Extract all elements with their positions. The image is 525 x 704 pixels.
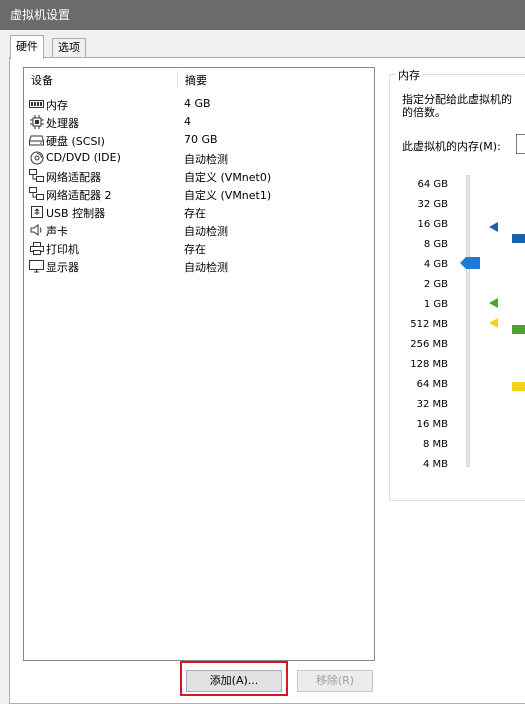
device-name: 处理器 — [46, 117, 79, 130]
device-name: 网络适配器 — [46, 171, 101, 184]
device-name: 声卡 — [46, 225, 68, 238]
memory-label: 此虚拟机的内存(M): — [402, 140, 501, 153]
device-row-memory[interactable]: 内存 4 GB — [24, 95, 374, 113]
scale-tick: 32 GB — [417, 199, 448, 210]
scale-tick: 4 GB — [423, 259, 448, 270]
device-summary: 自定义 (VMnet0) — [184, 171, 272, 184]
scale-tick: 8 MB — [422, 439, 448, 450]
device-summary: 4 — [184, 115, 191, 128]
scale-tick: 128 MB — [410, 359, 448, 370]
network-adapter-icon — [29, 169, 44, 183]
device-name: CD/DVD (IDE) — [46, 151, 121, 164]
legend-guest-minimum-swatch — [512, 382, 525, 391]
scale-tick: 64 MB — [416, 379, 448, 390]
device-summary: 自动检测 — [184, 261, 228, 274]
usb-icon — [29, 205, 44, 219]
guest-minimum-marker-icon — [489, 318, 498, 328]
tab-hardware[interactable]: 硬件 — [10, 35, 44, 59]
device-row-printer[interactable]: 打印机 存在 — [24, 239, 374, 257]
memory-slider-track[interactable] — [466, 175, 470, 467]
sound-icon — [29, 223, 44, 237]
add-button-highlight — [180, 661, 288, 696]
memory-group-title: 内存 — [395, 67, 423, 83]
device-summary: 存在 — [184, 243, 206, 256]
device-name: 硬盘 (SCSI) — [46, 135, 105, 148]
device-row-cd-dvd[interactable]: CD/DVD (IDE) 自动检测 — [24, 149, 374, 167]
device-name: 显示器 — [46, 261, 79, 274]
printer-icon — [29, 241, 44, 255]
remove-button[interactable]: 移除(R) — [297, 670, 373, 692]
device-row-display[interactable]: 显示器 自动检测 — [24, 257, 374, 275]
scale-tick: 4 MB — [422, 459, 448, 470]
scale-tick: 512 MB — [410, 319, 448, 330]
scale-tick: 2 GB — [423, 279, 448, 290]
hard-disk-icon — [29, 133, 44, 147]
recommended-marker-icon — [489, 298, 498, 308]
device-summary: 4 GB — [184, 97, 211, 110]
device-name: 网络适配器 2 — [46, 189, 112, 202]
scale-tick: 16 GB — [417, 219, 448, 230]
column-device[interactable]: 设备 — [31, 72, 53, 88]
scale-tick: 32 MB — [416, 399, 448, 410]
network-adapter-icon — [29, 187, 44, 201]
device-name: USB 控制器 — [46, 207, 106, 220]
device-summary: 自定义 (VMnet1) — [184, 189, 272, 202]
legend-recommended-swatch — [512, 325, 525, 334]
device-list-header: 设备 摘要 — [24, 68, 374, 90]
cd-dvd-icon — [29, 151, 44, 165]
processor-icon — [29, 115, 44, 129]
device-name: 打印机 — [46, 243, 79, 256]
window-title: 虚拟机设置 — [0, 0, 525, 30]
device-row-network-adapter[interactable]: 网络适配器 自定义 (VMnet0) — [24, 167, 374, 185]
memory-icon — [29, 97, 44, 111]
device-row-usb[interactable]: USB 控制器 存在 — [24, 203, 374, 221]
device-summary: 自动检测 — [184, 225, 228, 238]
column-summary[interactable]: 摘要 — [185, 72, 207, 88]
scale-tick: 256 MB — [410, 339, 448, 350]
device-summary: 70 GB — [184, 133, 218, 146]
max-recommended-marker-icon — [489, 222, 498, 232]
scale-tick: 64 GB — [417, 179, 448, 190]
memory-value-input[interactable] — [516, 134, 525, 154]
memory-description-line2: 的倍数。 — [402, 106, 446, 119]
scale-tick: 16 MB — [416, 419, 448, 430]
memory-slider-thumb[interactable] — [460, 257, 480, 269]
display-icon — [29, 259, 44, 273]
device-row-sound[interactable]: 声卡 自动检测 — [24, 221, 374, 239]
legend-max-recommended-swatch — [512, 234, 525, 243]
device-row-hard-disk[interactable]: 硬盘 (SCSI) 70 GB — [24, 131, 374, 149]
tab-options[interactable]: 选项 — [52, 38, 86, 58]
device-row-processor[interactable]: 处理器 4 — [24, 113, 374, 131]
scale-tick: 1 GB — [423, 299, 448, 310]
tab-strip: 硬件 选项 — [0, 30, 525, 59]
device-list[interactable]: 设备 摘要 内存 4 GB 处理器 4 硬盘 (SCSI) 70 GB CD/D… — [23, 67, 375, 661]
device-name: 内存 — [46, 99, 68, 112]
device-row-network-adapter-2[interactable]: 网络适配器 2 自定义 (VMnet1) — [24, 185, 374, 203]
device-summary: 自动检测 — [184, 153, 228, 166]
device-summary: 存在 — [184, 207, 206, 220]
scale-tick: 8 GB — [423, 239, 448, 250]
